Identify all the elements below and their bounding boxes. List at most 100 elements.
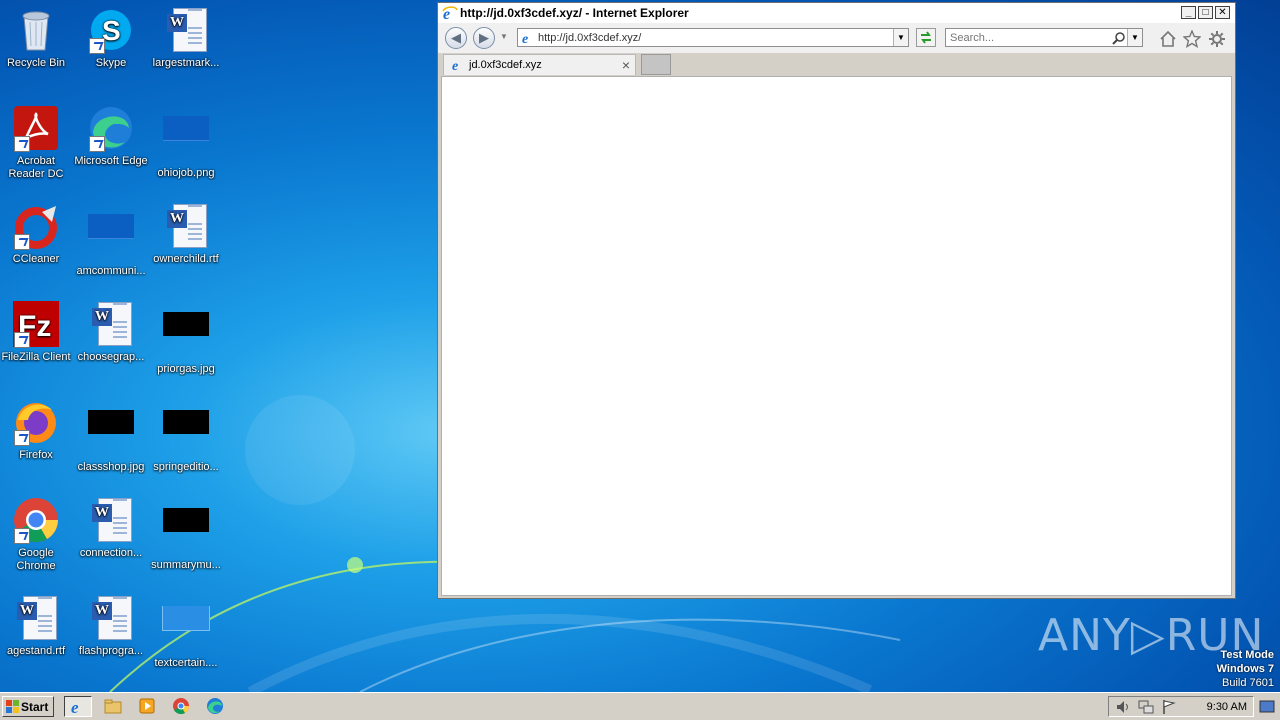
address-dropdown-icon[interactable]: ▼ bbox=[893, 29, 908, 46]
maximize-button[interactable]: □ bbox=[1198, 6, 1213, 19]
test-mode-label: Test Mode bbox=[1220, 649, 1274, 661]
desktop-icon-label: amcommuni... bbox=[76, 265, 146, 277]
desktop-icon-label: FileZilla Client bbox=[1, 351, 71, 363]
back-button[interactable]: ◀ bbox=[445, 27, 467, 49]
desktop-icon-label: connection... bbox=[79, 547, 143, 559]
favorites-star-icon[interactable] bbox=[1183, 30, 1201, 48]
new-tab-button[interactable] bbox=[641, 54, 671, 75]
desktop-icon-ccleaner[interactable]: CCleaner bbox=[0, 202, 74, 266]
file-thumbnail-icon bbox=[88, 214, 134, 239]
shortcut-arrow-icon bbox=[89, 136, 105, 152]
desktop-icon-label: largestmark... bbox=[152, 57, 220, 69]
window-title: http://jd.0xf3cdef.xyz/ - Internet Explo… bbox=[460, 6, 689, 20]
recent-pages-dropdown-icon[interactable]: ▼ bbox=[500, 32, 508, 41]
image-thumbnail-icon bbox=[88, 410, 134, 434]
start-button[interactable]: Start bbox=[2, 696, 54, 717]
desktop-icon-chrome[interactable]: Google Chrome bbox=[0, 496, 74, 573]
desktop-icon-firefox[interactable]: Firefox bbox=[0, 398, 74, 462]
desktop-icon-label: choosegrap... bbox=[77, 351, 145, 363]
word-document-icon: W bbox=[165, 202, 207, 248]
edge-icon bbox=[207, 698, 223, 714]
taskbar: Start e 9:30 AM bbox=[0, 692, 1280, 720]
chrome-icon bbox=[173, 698, 190, 715]
os-label: Windows 7 bbox=[1216, 663, 1274, 675]
show-desktop-icon[interactable] bbox=[1259, 699, 1275, 715]
desktop-icon-label: Recycle Bin bbox=[6, 57, 66, 69]
word-document-icon: W bbox=[90, 496, 132, 542]
desktop-icon-ohiojob[interactable]: ohiojob.png bbox=[148, 104, 224, 180]
search-icon[interactable] bbox=[1112, 31, 1126, 45]
desktop-icon-label: Microsoft Edge bbox=[74, 155, 148, 167]
taskbar-chrome-button[interactable] bbox=[167, 696, 195, 717]
word-document-icon: W bbox=[90, 594, 132, 640]
word-document-icon: W bbox=[165, 6, 207, 52]
desktop-icon-textcertain[interactable]: textcertain.... bbox=[148, 594, 224, 670]
desktop-icon-connection[interactable]: W connection... bbox=[73, 496, 149, 560]
image-thumbnail-icon bbox=[163, 116, 209, 141]
desktop-icon-label: agestand.rtf bbox=[6, 645, 66, 657]
ie-titlebar[interactable]: e http://jd.0xf3cdef.xyz/ - Internet Exp… bbox=[438, 3, 1235, 23]
ie-window[interactable]: e http://jd.0xf3cdef.xyz/ - Internet Exp… bbox=[437, 2, 1236, 599]
search-input[interactable] bbox=[950, 30, 1110, 45]
desktop-icon-label: priorgas.jpg bbox=[157, 363, 215, 375]
desktop-icon-edge[interactable]: Microsoft Edge bbox=[73, 104, 149, 168]
close-window-button[interactable]: ✕ bbox=[1215, 6, 1230, 19]
desktop-icon-label: ohiojob.png bbox=[157, 167, 215, 179]
close-tab-button[interactable]: × bbox=[622, 57, 630, 73]
tab-title: jd.0xf3cdef.xyz bbox=[469, 59, 542, 71]
ie-logo-icon: e bbox=[442, 6, 458, 21]
desktop-icon-acrobat[interactable]: Acrobat Reader DC bbox=[0, 104, 74, 181]
desktop-icon-agestand[interactable]: W agestand.rtf bbox=[0, 594, 74, 658]
desktop-icon-classshop[interactable]: classshop.jpg bbox=[73, 398, 149, 474]
desktop-icon-summarymu[interactable]: summarymu... bbox=[148, 496, 224, 572]
file-thumbnail-icon bbox=[162, 606, 210, 631]
taskbar-media-player-button[interactable] bbox=[133, 696, 161, 717]
clock[interactable]: 9:30 AM bbox=[1207, 701, 1247, 713]
desktop-icon-skype[interactable]: S Skype bbox=[73, 6, 149, 70]
taskbar-explorer-button[interactable] bbox=[99, 696, 127, 717]
taskbar-ie-button[interactable]: e bbox=[64, 696, 92, 717]
desktop-icon-recycle-bin[interactable]: Recycle Bin bbox=[0, 6, 74, 70]
address-bar[interactable]: e ▼ bbox=[517, 28, 909, 47]
word-document-icon: W bbox=[90, 300, 132, 346]
speaker-icon[interactable] bbox=[1115, 699, 1131, 715]
desktop-icon-label: summarymu... bbox=[151, 559, 221, 571]
taskbar-edge-button[interactable] bbox=[201, 696, 229, 717]
desktop-icon-label: Firefox bbox=[19, 449, 53, 461]
system-tray: 9:30 AM bbox=[1108, 696, 1254, 717]
recycle-bin-icon bbox=[22, 11, 50, 51]
tab-active[interactable]: e jd.0xf3cdef.xyz × bbox=[443, 54, 636, 75]
svg-text:e: e bbox=[522, 32, 528, 46]
action-center-flag-icon[interactable] bbox=[1161, 699, 1177, 715]
image-thumbnail-icon bbox=[163, 312, 209, 336]
tab-ie-icon: e bbox=[452, 59, 458, 73]
folder-icon bbox=[104, 699, 122, 714]
shortcut-arrow-icon bbox=[14, 332, 30, 348]
page-content-area[interactable] bbox=[441, 76, 1232, 596]
shortcut-arrow-icon bbox=[14, 234, 30, 250]
desktop-icon-ownerchild[interactable]: W ownerchild.rtf bbox=[148, 202, 224, 266]
search-box[interactable]: ▼ bbox=[945, 28, 1143, 47]
desktop-icon-largestmark[interactable]: W largestmark... bbox=[148, 6, 224, 70]
word-document-icon: W bbox=[15, 594, 57, 640]
shortcut-arrow-icon bbox=[89, 38, 105, 54]
tab-strip: e jd.0xf3cdef.xyz × bbox=[438, 53, 1235, 76]
desktop-icon-springeditio[interactable]: springeditio... bbox=[148, 398, 224, 474]
desktop-icon-amcommuni[interactable]: amcommuni... bbox=[73, 202, 149, 278]
address-input[interactable] bbox=[538, 30, 888, 45]
home-icon[interactable] bbox=[1159, 30, 1177, 48]
desktop-icon-flashprogra[interactable]: W flashprogra... bbox=[73, 594, 149, 658]
ie-navbar: ◀ ▶ ▼ e ▼ ▼ bbox=[438, 23, 1235, 53]
search-dropdown-icon[interactable]: ▼ bbox=[1127, 29, 1142, 46]
desktop-icon-label: Skype bbox=[95, 57, 127, 69]
desktop-icon-priorgas[interactable]: priorgas.jpg bbox=[148, 300, 224, 376]
desktop-icon-choosegrap[interactable]: W choosegrap... bbox=[73, 300, 149, 364]
desktop-icon-label: textcertain.... bbox=[154, 657, 218, 669]
desktop-icon-label: flashprogra... bbox=[78, 645, 144, 657]
forward-button[interactable]: ▶ bbox=[473, 27, 495, 49]
minimize-button[interactable]: _ bbox=[1181, 6, 1196, 19]
settings-gear-icon[interactable] bbox=[1208, 30, 1226, 48]
network-icon[interactable] bbox=[1138, 699, 1154, 715]
desktop-icon-filezilla[interactable]: Fz FileZilla Client bbox=[0, 300, 74, 364]
compat-refresh-button[interactable] bbox=[916, 28, 936, 47]
